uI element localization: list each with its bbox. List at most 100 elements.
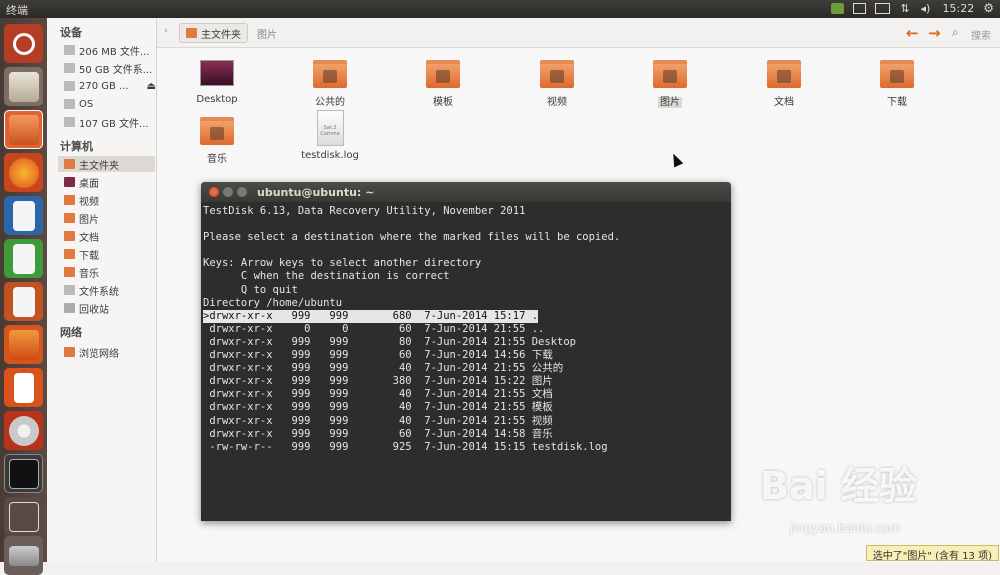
pictures-folder-icon xyxy=(653,60,687,88)
sidebar-item-music[interactable]: 音乐 xyxy=(64,264,156,280)
launcher-impress-icon[interactable] xyxy=(4,282,43,321)
sidebar-item-device-1[interactable]: 206 MB 文件... xyxy=(64,42,156,58)
sidebar-item-trash[interactable]: 回收站 xyxy=(64,300,156,316)
sidebar-item-pictures[interactable]: 图片 xyxy=(64,210,156,226)
sidebar-item-videos[interactable]: 视频 xyxy=(64,192,156,208)
sidebar-item-documents[interactable]: 文档 xyxy=(64,228,156,244)
launcher-install-icon[interactable] xyxy=(4,67,43,106)
directory-row[interactable]: drwxr-xr-x 999 999 40 7-Jun-2014 21:55 视… xyxy=(203,415,730,428)
sidebar-item-device-2[interactable]: 50 GB 文件系... xyxy=(64,60,156,76)
launcher-writer-icon[interactable] xyxy=(4,196,43,235)
eject-icon[interactable]: ⏏ xyxy=(147,81,156,92)
home-folder-icon xyxy=(64,159,75,169)
status-bar: 选中了"图片" (含有 13 项) xyxy=(866,545,999,561)
sidebar-item-device-5[interactable]: 107 GB 文件... xyxy=(64,114,156,130)
baidu-watermark: Bai 经验 xyxy=(760,455,917,510)
launcher-firefox-icon[interactable] xyxy=(4,153,43,192)
file-item-music[interactable]: 音乐 xyxy=(177,117,257,165)
gear-icon[interactable]: ⚙ xyxy=(983,1,994,15)
sidebar-item-filesystem[interactable]: 文件系统 xyxy=(64,282,156,298)
breadcrumb-home[interactable]: 主文件夹 xyxy=(179,23,248,43)
system-tray: ⇅ ◂) 15:22 ⚙ xyxy=(831,1,994,15)
computer-header: 计算机 xyxy=(60,138,93,154)
music-folder-icon xyxy=(200,117,234,145)
file-item-videos[interactable]: 视频 xyxy=(517,60,597,108)
ubuntu-logo-icon xyxy=(13,33,35,55)
forward-arrow-icon[interactable]: → xyxy=(928,24,941,42)
templates-folder-icon xyxy=(426,60,460,88)
pictures-folder-icon xyxy=(64,213,75,223)
clock[interactable]: 15:22 xyxy=(943,2,975,15)
launcher-software-center-icon[interactable] xyxy=(4,325,43,364)
back-arrow-icon[interactable]: ← xyxy=(906,24,919,42)
volume-icon[interactable]: ◂) xyxy=(921,3,934,14)
minimize-icon[interactable] xyxy=(223,187,233,197)
home-folder-icon xyxy=(186,28,197,38)
sidebar-item-device-4[interactable]: OS xyxy=(64,96,156,112)
sidebar-item-downloads[interactable]: 下载 xyxy=(64,246,156,262)
sidebar-item-desktop[interactable]: 桌面 xyxy=(64,174,156,190)
directory-row[interactable]: drwxr-xr-x 999 999 380 7-Jun-2014 15:22 … xyxy=(203,375,730,388)
filesystem-icon xyxy=(64,285,75,295)
mail-icon[interactable] xyxy=(853,3,866,14)
terminal-line: Please select a destination where the ma… xyxy=(203,231,730,244)
terminal-line xyxy=(203,244,730,257)
network-icon[interactable]: ⇅ xyxy=(899,3,912,14)
launcher-ubuntu-one-icon[interactable] xyxy=(4,368,43,407)
directory-row[interactable]: drwxr-xr-x 999 999 80 7-Jun-2014 21:55 D… xyxy=(203,336,730,349)
directory-row[interactable]: drwxr-xr-x 999 999 60 7-Jun-2014 14:56 下… xyxy=(203,349,730,362)
sidebar-item-home[interactable]: 主文件夹 xyxy=(58,156,155,172)
directory-row[interactable]: drwxr-xr-x 999 999 40 7-Jun-2014 21:55 文… xyxy=(203,388,730,401)
desktop-icon xyxy=(64,177,75,187)
chevron-left-icon[interactable]: ‹ xyxy=(164,26,168,36)
update-icon[interactable] xyxy=(831,3,844,14)
terminal-line: TestDisk 6.13, Data Recovery Utility, No… xyxy=(203,205,730,218)
file-item-downloads[interactable]: 下载 xyxy=(857,60,937,108)
sidebar-item-browse-network[interactable]: 浏览网络 xyxy=(64,344,156,360)
file-item-public[interactable]: 公共的 xyxy=(290,60,370,108)
terminal-window[interactable]: ubuntu@ubuntu: ~ TestDisk 6.13, Data Rec… xyxy=(201,182,731,521)
launcher-settings-icon[interactable] xyxy=(4,411,43,450)
music-folder-icon xyxy=(64,267,75,277)
sidebar-item-device-3[interactable]: 270 GB ...⏏ xyxy=(64,78,156,94)
documents-folder-icon xyxy=(767,60,801,88)
launcher-terminal-icon[interactable] xyxy=(4,454,43,493)
directory-row[interactable]: drwxr-xr-x 999 999 40 7-Jun-2014 21:55 模… xyxy=(203,401,730,414)
launcher xyxy=(0,18,47,562)
terminal-line: Q to quit xyxy=(203,284,730,297)
file-item-desktop[interactable]: Desktop xyxy=(177,60,257,105)
terminal-output[interactable]: TestDisk 6.13, Data Recovery Utility, No… xyxy=(202,202,730,521)
dash-button[interactable] xyxy=(4,24,43,63)
directory-row[interactable]: drwxr-xr-x 999 999 40 7-Jun-2014 21:55 公… xyxy=(203,362,730,375)
drive-icon xyxy=(64,99,75,109)
close-icon[interactable] xyxy=(209,187,219,197)
launcher-trash-icon[interactable] xyxy=(4,536,43,575)
launcher-files-icon[interactable] xyxy=(4,110,43,149)
breadcrumb-pictures[interactable]: 图片 xyxy=(257,23,277,43)
search-label[interactable]: 搜索 xyxy=(971,27,991,42)
file-manager-toolbar: ‹ 主文件夹 图片 ← → ⌕ 搜索 xyxy=(157,18,1000,48)
battery-icon[interactable] xyxy=(875,3,890,14)
network-header: 网络 xyxy=(60,324,82,340)
public-folder-icon xyxy=(313,60,347,88)
selected-directory-row[interactable]: >drwxr-xr-x 999 999 680 7-Jun-2014 15:17… xyxy=(203,310,538,323)
directory-row[interactable]: drwxr-xr-x 999 999 60 7-Jun-2014 14:58 音… xyxy=(203,428,730,441)
search-icon[interactable]: ⌕ xyxy=(952,25,959,40)
file-item-templates[interactable]: 模板 xyxy=(403,60,483,108)
downloads-folder-icon xyxy=(880,60,914,88)
file-item-documents[interactable]: 文档 xyxy=(744,60,824,108)
file-item-testdisk-log[interactable]: Sat.2 Comma testdisk.log xyxy=(290,110,370,161)
launcher-calc-icon[interactable] xyxy=(4,239,43,278)
top-panel: 终端 ⇅ ◂) 15:22 ⚙ xyxy=(0,0,1000,18)
window-title: 终端 xyxy=(6,2,28,18)
videos-folder-icon xyxy=(64,195,75,205)
maximize-icon[interactable] xyxy=(237,187,247,197)
terminal-titlebar[interactable]: ubuntu@ubuntu: ~ xyxy=(201,182,731,202)
file-item-pictures[interactable]: 图片 xyxy=(630,60,710,108)
downloads-folder-icon xyxy=(64,249,75,259)
launcher-workspaces-icon[interactable] xyxy=(4,497,43,536)
directory-row[interactable]: drwxr-xr-x 0 0 60 7-Jun-2014 21:55 .. xyxy=(203,323,730,336)
terminal-line: Keys: Arrow keys to select another direc… xyxy=(203,257,730,270)
terminal-title: ubuntu@ubuntu: ~ xyxy=(257,186,374,199)
directory-row[interactable]: -rw-rw-r-- 999 999 925 7-Jun-2014 15:15 … xyxy=(203,441,730,454)
